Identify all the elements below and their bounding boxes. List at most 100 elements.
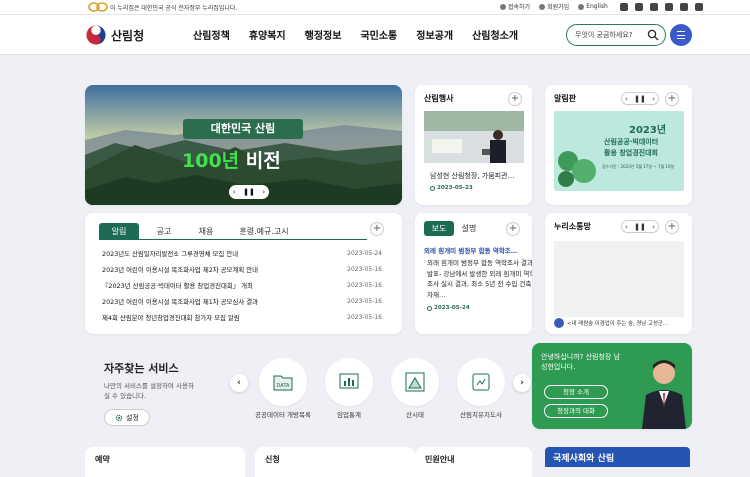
press-date-text: 2023-05-24 — [434, 305, 470, 311]
minister-promo-card: 안녕하십니까? 산림청장 남성현입니다. 청장 소개 청장과의 대화 — [532, 343, 692, 429]
pause-icon[interactable]: ❚❚ — [634, 223, 646, 231]
list-item[interactable]: 2023년 어린이 이용시설 목조화사업 제2차 공모계획 안내 2023-05-… — [102, 262, 382, 278]
civil-title[interactable]: 민원안내 — [425, 454, 454, 465]
tab-press[interactable]: 보도 — [424, 221, 454, 236]
events-card: 산림행사 + 남성현 산림청장, 가뭄피관… 2023-05-23 — [415, 85, 532, 205]
mountain-icon — [391, 358, 439, 406]
list-item[interactable]: 제4회 산림분야 청년창업경진대회 참가자 모집 알림 2023-05-16 — [102, 309, 382, 325]
board-banner[interactable]: 2023년 산림공공·빅데이터 활용 창업경진대회 접수기간 : 2023년 5… — [554, 111, 684, 191]
notice-item-date: 2023-05-16 — [347, 281, 382, 289]
search-icon[interactable] — [647, 29, 659, 41]
list-item[interactable]: 2023년 어린이 이용시설 목조화사업 제1차 공모심사 결과 2023-05-… — [102, 293, 382, 309]
util-login-link[interactable]: 접속하기 — [500, 2, 530, 11]
menu-icon — [677, 31, 685, 33]
reservation-card: 예약 — [85, 447, 245, 477]
menu-icon-bar — [677, 38, 685, 40]
list-item[interactable]: 2023년도 산림일자리발전소 그루경영체 모집 안내 2023-05-24 — [102, 246, 382, 262]
sns-post-text[interactable]: <내 ​레썸숲 이겸업이 주는 숲, 경남 고성군… — [567, 319, 668, 327]
forest-illustration-icon — [558, 151, 596, 187]
chevron-left-icon[interactable]: ‹ — [230, 374, 248, 392]
util-english-link[interactable]: English — [578, 2, 608, 11]
prev-icon[interactable]: ‹ — [625, 95, 628, 103]
events-date: 2023-05-23 — [430, 185, 473, 191]
next-icon[interactable]: › — [652, 223, 655, 231]
nav-item-communication[interactable]: 국민소통 — [360, 27, 397, 42]
favorites-settings-button[interactable]: 설정 — [104, 409, 150, 426]
nav-item-admin[interactable]: 행정정보 — [305, 27, 342, 42]
minister-dialogue-button[interactable]: 청장과의 대화 — [544, 404, 608, 418]
sns-more-button[interactable]: + — [665, 220, 679, 234]
utility-links: 접속하기 회원가입 English — [500, 2, 608, 11]
pause-icon[interactable]: ❚❚ — [243, 188, 255, 196]
events-photo[interactable] — [424, 111, 524, 163]
notice-card: 알림 공고 채용 훈령.예규.고시 + 2023년도 산림일자리발전소 그루경영… — [85, 213, 402, 334]
events-title: 산림행사 — [424, 94, 454, 103]
globe-icon — [578, 3, 585, 10]
youtube-icon[interactable] — [695, 3, 703, 11]
service-item-public-data[interactable]: DATA 공공데이터 개방목록 — [247, 358, 319, 419]
events-caption[interactable]: 남성현 산림청장, 가뭄피관… — [430, 171, 515, 181]
press-more-button[interactable]: + — [506, 222, 520, 236]
notice-item-title: 2023년 어린이 이용시설 목조화사업 제2차 공모계획 안내 — [102, 266, 258, 275]
facebook-icon[interactable] — [635, 3, 643, 11]
notice-item-date: 2023-05-16 — [347, 313, 382, 321]
clock-icon — [430, 185, 435, 191]
gear-icon — [115, 414, 123, 421]
board-slider-controls: ‹ ❚❚ › — [621, 92, 659, 105]
tab-recruit[interactable]: 채용 — [183, 223, 229, 240]
pause-icon[interactable]: ❚❚ — [634, 95, 646, 103]
forest-service-logo-icon[interactable] — [86, 25, 106, 45]
util-signup-link[interactable]: 회원가입 — [539, 2, 569, 11]
promo-greeting: 안녕하십니까? 산림청장 남성현입니다. — [541, 353, 621, 371]
service-item-healing[interactable]: 산림치유지도사 — [445, 358, 517, 419]
nav-item-recreation[interactable]: 휴양복지 — [249, 27, 286, 42]
application-title[interactable]: 신청 — [265, 454, 280, 465]
events-more-button[interactable]: + — [508, 92, 522, 106]
minister-intro-button[interactable]: 청장 소개 — [544, 385, 608, 399]
prev-icon[interactable]: ‹ — [233, 188, 236, 196]
healing-icon — [457, 358, 505, 406]
favorites-title: 자주찾는 서비스 — [104, 362, 179, 375]
tab-announcement[interactable]: 공고 — [145, 223, 183, 240]
twitter-icon[interactable] — [620, 3, 628, 11]
nav-item-policy[interactable]: 산림정책 — [193, 27, 230, 42]
hero-subtitle-green: 100년 — [182, 150, 240, 172]
gov-notice-text: 이 누리집은 대한민국 공식 전자정부 누리집입니다. — [110, 5, 238, 12]
board-banner-line3: 활용 창업경진대회 — [604, 149, 658, 157]
logo-text[interactable]: 산림청 — [111, 27, 144, 44]
service-item-statistics[interactable]: 임업통계 — [313, 358, 385, 419]
sns-image[interactable] — [554, 241, 684, 317]
prev-icon[interactable]: ‹ — [625, 223, 628, 231]
instagram-icon[interactable] — [680, 3, 688, 11]
tab-regulations[interactable]: 훈령.예규.고시 — [229, 223, 299, 240]
notice-more-button[interactable]: + — [370, 222, 384, 236]
search-input[interactable]: 무엇이 궁금하세요? — [566, 24, 666, 46]
all-menu-button[interactable] — [670, 24, 692, 46]
nav-item-about[interactable]: 산림청소개 — [472, 27, 518, 42]
board-more-button[interactable]: + — [665, 92, 679, 106]
reservation-title[interactable]: 예약 — [95, 454, 110, 465]
svg-text:DATA: DATA — [277, 383, 290, 389]
press-headline[interactable]: 외래 흰개미 범정부 합동 역학조… — [424, 245, 517, 255]
sns-slider-controls: ‹ ❚❚ › — [621, 220, 659, 233]
bar-chart-icon — [325, 358, 373, 406]
civil-card: 민원안내 — [415, 447, 532, 477]
tab-explain[interactable]: 설명 — [454, 221, 484, 236]
press-date: 2023-05-24 — [427, 305, 470, 311]
youtube-icon[interactable] — [650, 3, 658, 11]
intl-title[interactable]: 국제사회와 산림 — [553, 451, 614, 464]
hero-subtitle-white: 비전 — [239, 150, 281, 172]
favorites-settings-label: 설정 — [126, 413, 139, 422]
board-banner-line2: 산림공공·빅데이터 — [604, 138, 659, 146]
nav-item-disclosure[interactable]: 정보공개 — [416, 27, 453, 42]
tab-notice[interactable]: 알림 — [99, 223, 139, 240]
next-icon[interactable]: › — [262, 188, 265, 196]
service-item-sansitae[interactable]: 산시태 — [379, 358, 451, 419]
list-item[interactable]: 『2023년 산림공공·빅데이터 활용 창업경진대회』 개최 2023-05-16 — [102, 278, 382, 294]
notice-item-title: 『2023년 산림공공·빅데이터 활용 창업경진대회』 개최 — [102, 281, 253, 290]
next-icon[interactable]: › — [652, 95, 655, 103]
hero-title: 대한민국 산림 — [183, 119, 303, 139]
blog-icon[interactable] — [665, 3, 673, 11]
notice-item-date: 2023-05-24 — [347, 250, 382, 258]
search-placeholder: 무엇이 궁금하세요? — [575, 31, 633, 39]
